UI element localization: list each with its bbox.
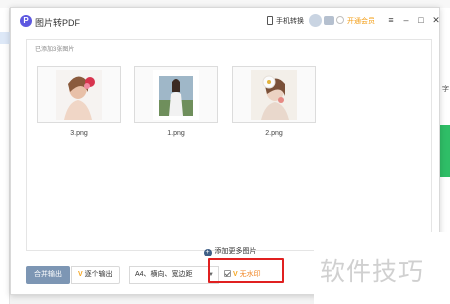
user-avatar[interactable] xyxy=(309,14,322,27)
image-list-panel: 已添加3张图片 3.png 1.png 2.png + 添加更多图片 xyxy=(26,39,432,257)
portrait-image-icon xyxy=(56,70,102,120)
app-logo-icon: P xyxy=(20,15,32,27)
right-panel-char: 字 xyxy=(442,86,449,93)
vip-badge-icon xyxy=(336,16,344,24)
image-thumbnail[interactable] xyxy=(134,66,218,123)
user-level-icon xyxy=(324,16,334,25)
thumbnail-filename: 1.png xyxy=(167,130,185,137)
site-watermark-text: 软件技巧 xyxy=(320,257,425,286)
menu-icon[interactable]: ≡ xyxy=(385,14,397,26)
single-output-label: 逐个输出 xyxy=(84,271,113,278)
background-app-sidebar xyxy=(0,8,10,304)
image-thumbnail[interactable] xyxy=(232,66,316,123)
close-button[interactable]: ✕ xyxy=(430,14,442,26)
annotation-highlight-box xyxy=(208,258,284,283)
open-vip-link[interactable]: 开通会员 xyxy=(347,16,375,26)
image-thumbnail[interactable] xyxy=(37,66,121,123)
flower-portrait-image-icon xyxy=(251,70,297,120)
dialog-title: 图片转PDF xyxy=(35,18,81,28)
thumbnail-filename: 3.png xyxy=(70,130,88,137)
dialog-titlebar[interactable]: P 图片转PDF 手机转换 开通会员 ≡ – □ ✕ xyxy=(11,8,442,34)
photo-image-icon xyxy=(153,70,199,120)
phone-convert-link[interactable]: 手机转换 xyxy=(276,16,304,26)
add-more-label: 添加更多图片 xyxy=(214,248,257,255)
thumbnail-filename: 2.png xyxy=(265,130,283,137)
right-panel-green-button[interactable] xyxy=(440,125,450,177)
vip-mark-icon: V xyxy=(78,271,83,278)
phone-icon[interactable] xyxy=(267,16,273,25)
sidebar-active-item[interactable] xyxy=(0,32,10,44)
single-output-button[interactable]: V 逐个输出 xyxy=(71,266,120,284)
minimize-button[interactable]: – xyxy=(400,14,412,26)
background-app-bottom-strip xyxy=(60,294,310,304)
page-setting-select[interactable]: A4、横向、宽边距 ▼ xyxy=(129,266,219,284)
maximize-button[interactable]: □ xyxy=(415,14,427,26)
merge-output-button[interactable]: 合并输出 xyxy=(26,266,70,284)
added-count-label: 已添加3张图片 xyxy=(35,47,75,53)
page-setting-value: A4、横向、宽边距 xyxy=(135,271,193,278)
